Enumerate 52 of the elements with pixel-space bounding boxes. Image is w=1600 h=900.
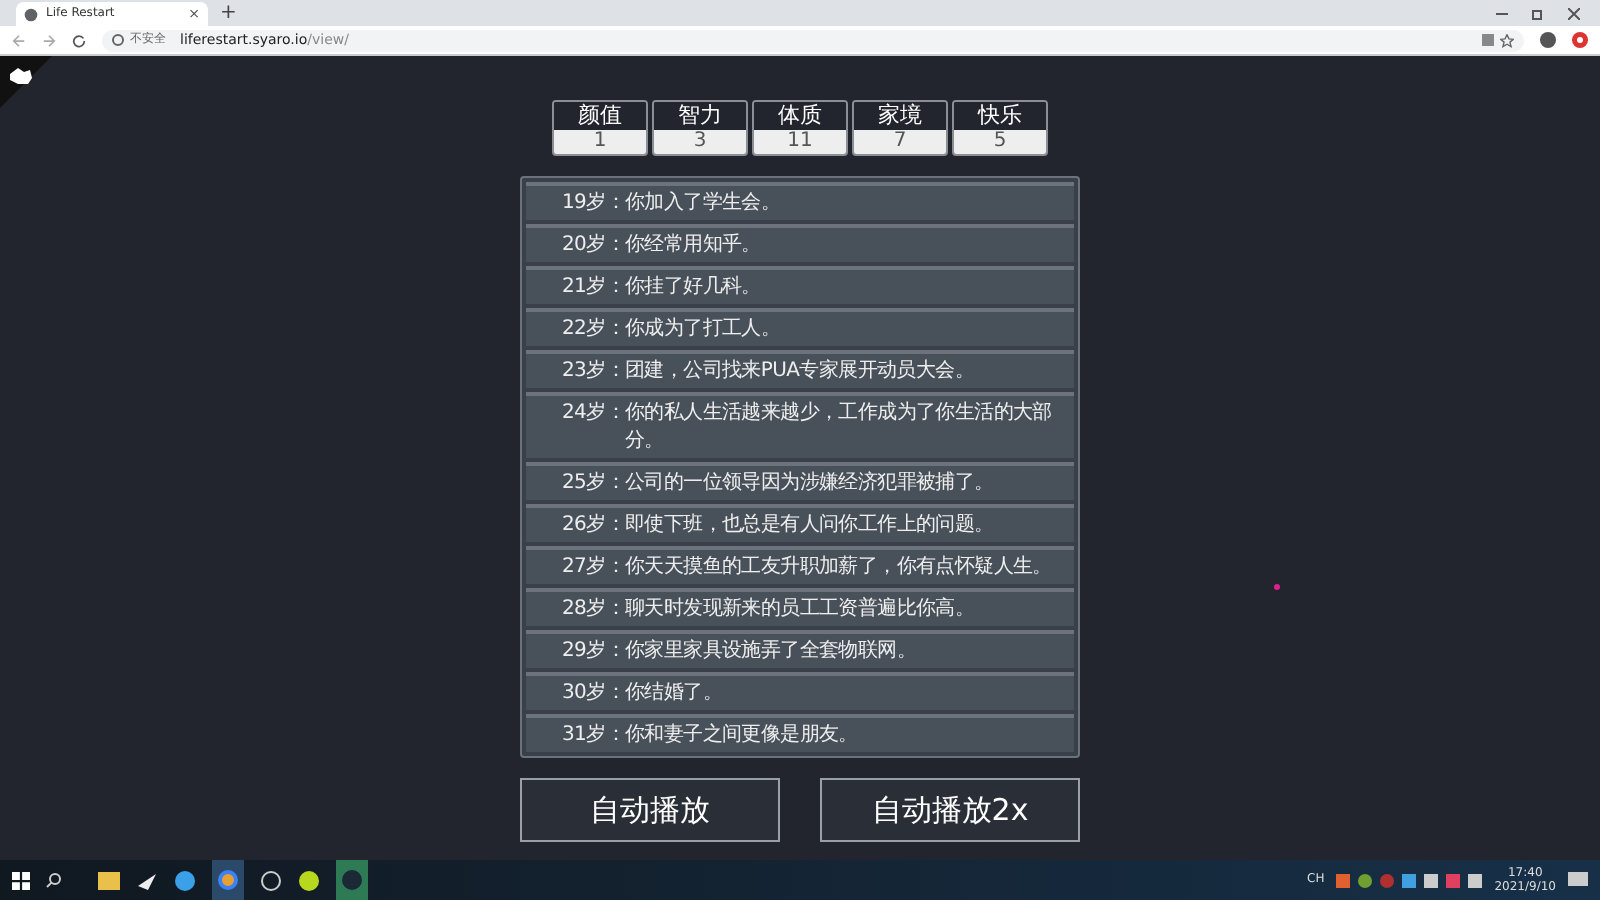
event-text: 聊天时发现新来的员工工资普遍比你高。 — [625, 595, 975, 623]
windows-start-icon[interactable] — [12, 871, 30, 889]
event-age: 26岁： — [562, 511, 626, 539]
restore-icon[interactable] — [1532, 7, 1544, 19]
search-icon[interactable] — [46, 872, 62, 888]
event-text: 公司的一位领导因为涉嫌经济犯罪被捕了。 — [625, 469, 994, 497]
auto-play-button[interactable]: 自动播放2x — [820, 778, 1080, 842]
info-icon — [112, 34, 124, 46]
minimize-icon[interactable] — [1496, 7, 1508, 19]
stat-value: 11 — [754, 130, 846, 154]
event-text: 你和妻子之间更像是朋友。 — [625, 721, 858, 749]
stat-value: 1 — [554, 130, 646, 154]
event-text: 你的私人生活越来越少，工作成为了你生活的大部分。 — [625, 399, 1054, 455]
new-tab-button[interactable]: + — [220, 4, 237, 24]
event-age: 22岁： — [562, 315, 626, 343]
event-text: 你挂了好几科。 — [625, 273, 761, 301]
stat-label: 家境 — [854, 102, 946, 130]
stat-label: 体质 — [754, 102, 846, 130]
event-age: 24岁： — [562, 399, 626, 427]
event-age: 31岁： — [562, 721, 626, 749]
stat-value: 7 — [854, 130, 946, 154]
event-text: 你经常用知乎。 — [625, 231, 761, 259]
event-text: 你结婚了。 — [625, 679, 723, 707]
event-age: 25岁： — [562, 469, 626, 497]
stat-label: 智力 — [654, 102, 746, 130]
event-age: 23岁： — [562, 357, 626, 385]
event-text: 你天天摸鱼的工友升职加薪了，你有点怀疑人生。 — [625, 553, 1052, 581]
event-text: 你加入了学生会。 — [625, 189, 781, 217]
auto-play-button[interactable]: 自动播放 — [520, 778, 780, 842]
stat-value: 5 — [954, 130, 1046, 154]
profile-icon[interactable] — [1540, 32, 1556, 48]
star-icon[interactable] — [1500, 33, 1514, 47]
stat-value: 3 — [654, 130, 746, 154]
close-icon[interactable] — [1568, 7, 1580, 19]
extension-icon[interactable] — [1572, 32, 1588, 48]
event-text: 你家里家具设施弄了全套物联网。 — [625, 637, 917, 665]
stat-label: 颜值 — [554, 102, 646, 130]
event-age: 21岁： — [562, 273, 626, 301]
event-age: 30岁： — [562, 679, 626, 707]
event-age: 29岁： — [562, 637, 626, 665]
stat-label: 快乐 — [954, 102, 1046, 130]
event-age: 27岁： — [562, 553, 626, 581]
event-text: 团建，公司找来PUA专家展开动员大会。 — [625, 357, 975, 385]
event-age: 20岁： — [562, 231, 626, 259]
event-age: 19岁： — [562, 189, 626, 217]
folder-icon[interactable] — [98, 871, 120, 889]
event-text: 你成为了打工人。 — [625, 315, 781, 343]
event-age: 28岁： — [562, 595, 626, 623]
event-text: 即使下班，也总是有人问你工作上的问题。 — [625, 511, 994, 539]
game-client-taskbar-icon[interactable] — [336, 860, 368, 900]
reload-icon[interactable] — [72, 33, 86, 47]
browser-taskbar-icon[interactable] — [212, 860, 244, 900]
